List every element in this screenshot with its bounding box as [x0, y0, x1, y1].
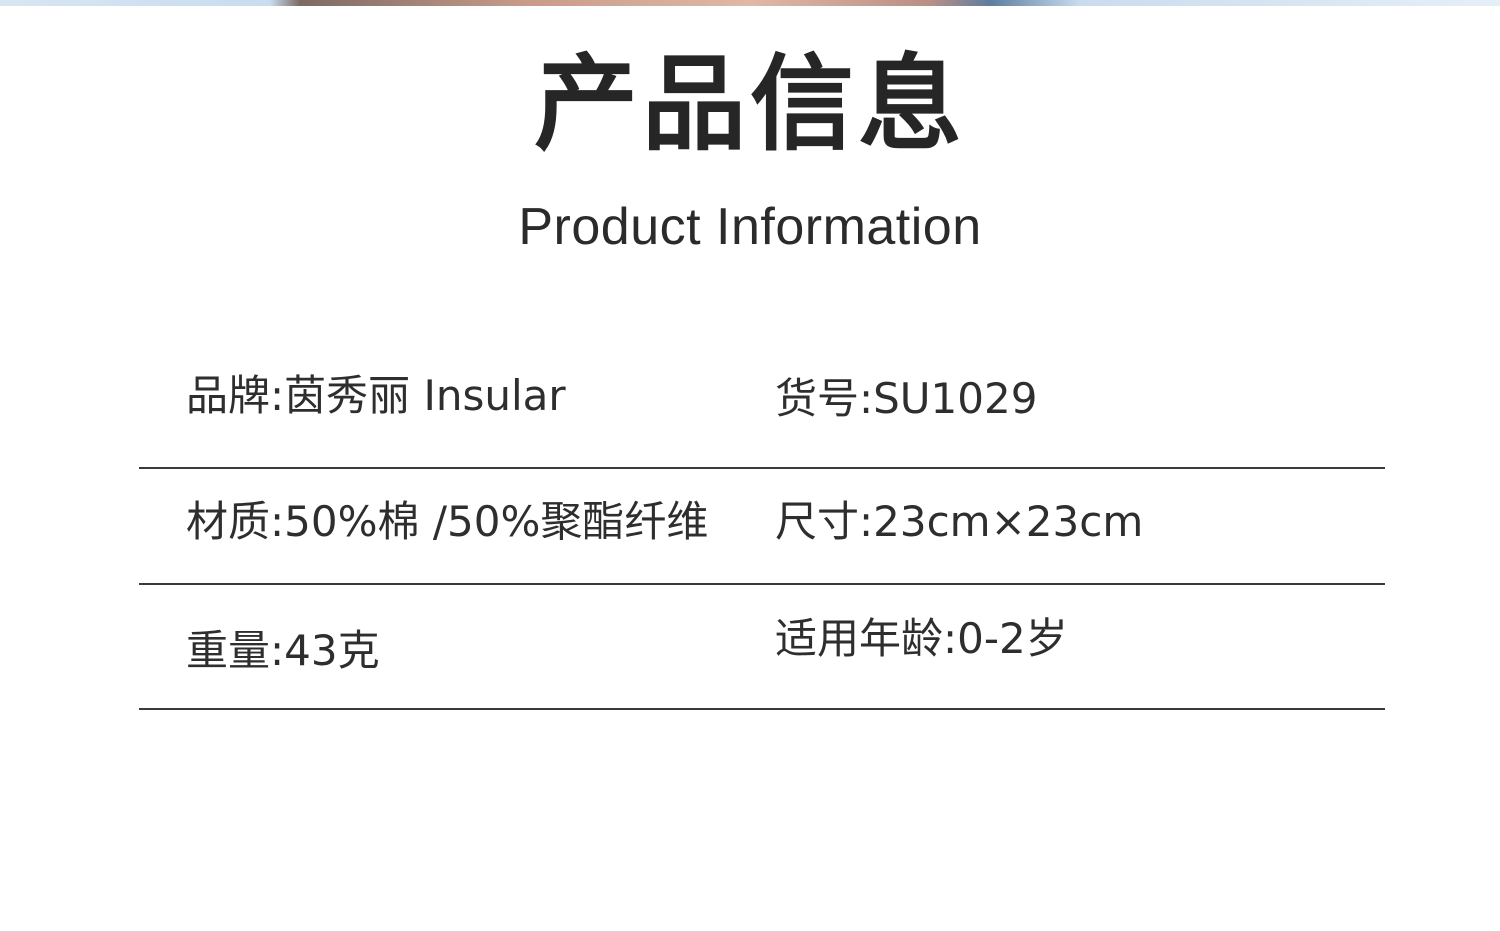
row-divider — [139, 467, 1385, 469]
material-info: 材质:50%棉 /50%聚酯纤维 — [186, 497, 709, 546]
section-title-cn: 产品信息 — [533, 43, 966, 165]
brand-info: 品牌:茵秀丽 Insular — [186, 371, 566, 420]
row-divider — [139, 708, 1385, 710]
weight-info: 重量:43克 — [186, 626, 380, 675]
section-title-en: Product Information — [518, 198, 982, 256]
age-range-info: 适用年龄:0-2岁 — [775, 614, 1068, 663]
size-info: 尺寸:23cm×23cm — [775, 497, 1144, 546]
row-divider — [139, 583, 1385, 585]
top-banner-strip — [0, 0, 1500, 6]
item-number-info: 货号:SU1029 — [775, 374, 1038, 423]
